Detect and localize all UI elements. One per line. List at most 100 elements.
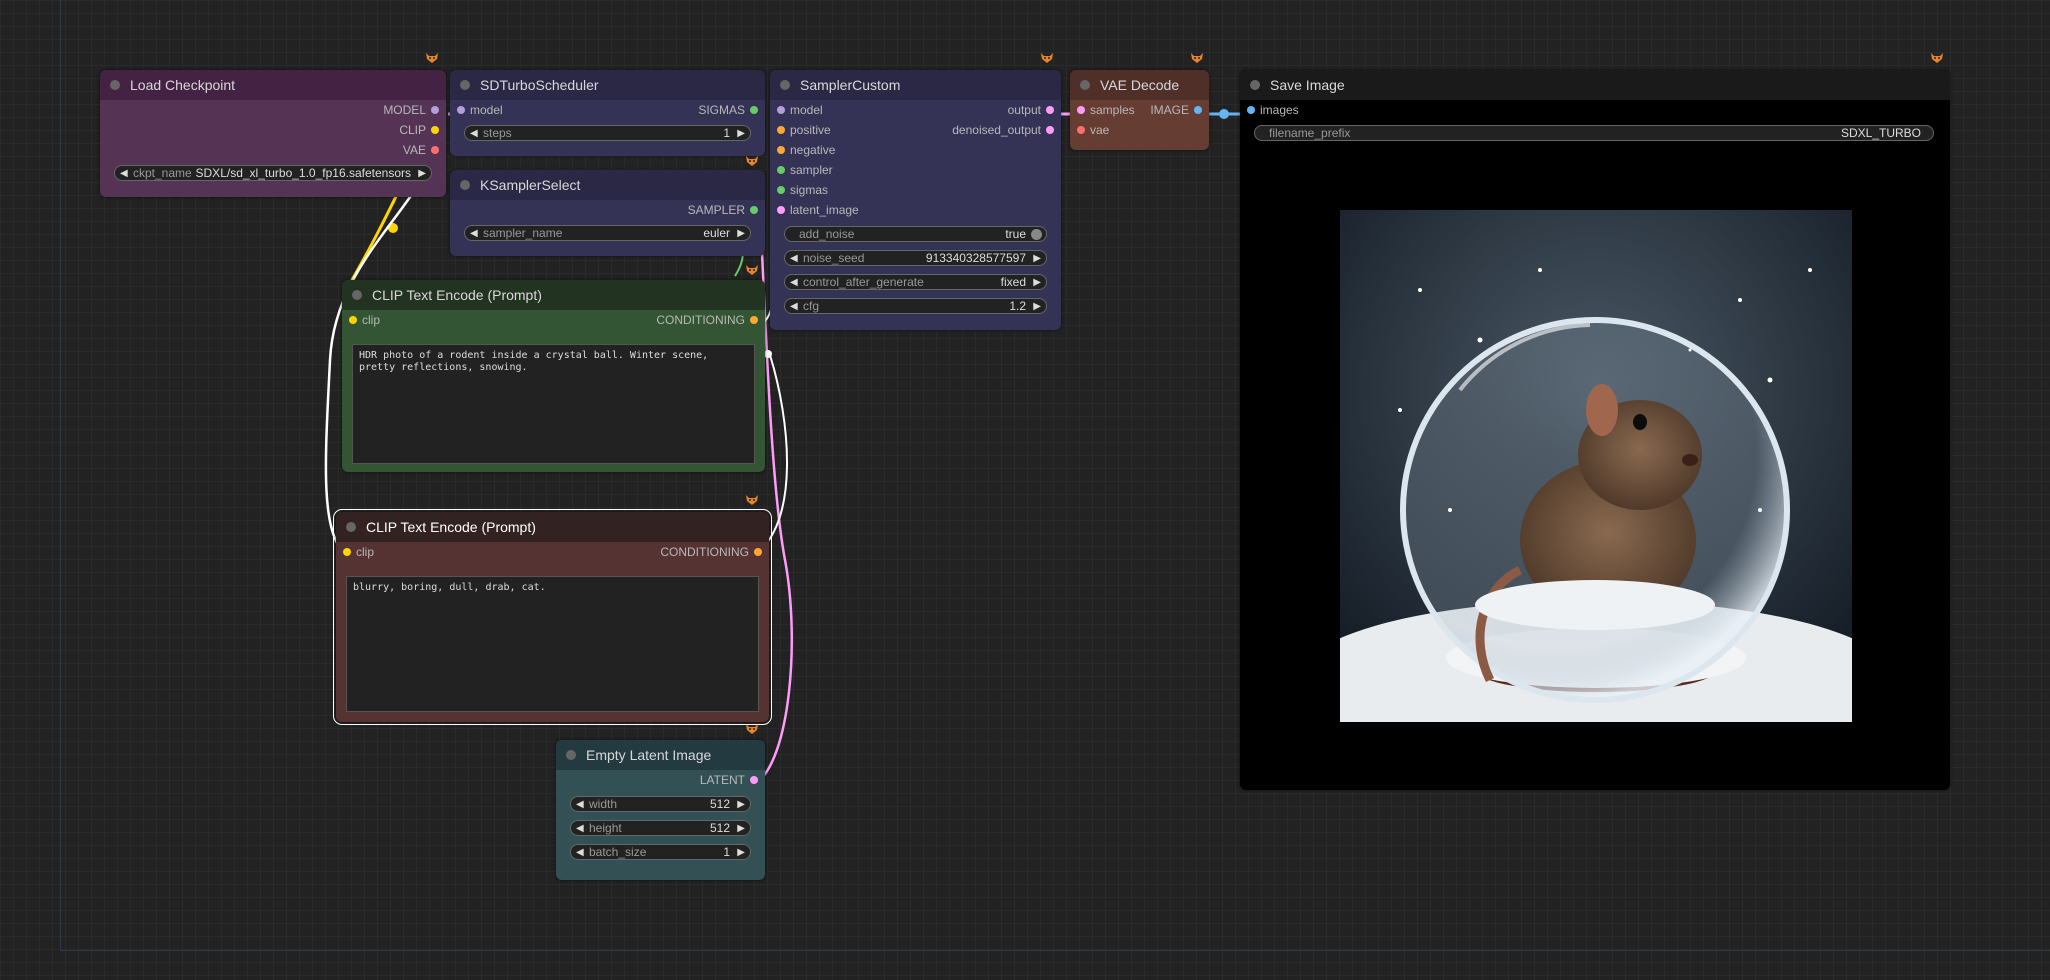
arrow-left-icon[interactable]: ◀ — [470, 126, 478, 141]
io-model-output: model output — [770, 100, 1061, 120]
output-vae: VAE — [100, 140, 446, 160]
add-noise-toggle[interactable]: add_noise true — [784, 226, 1047, 242]
output-pin-conditioning[interactable] — [754, 548, 762, 556]
sd-turbo-scheduler-node[interactable]: SDTurboScheduler model SIGMAS ◀ steps 1 … — [450, 70, 765, 156]
arrow-left-icon[interactable]: ◀ — [470, 226, 478, 241]
load-checkpoint-node[interactable]: Load Checkpoint MODEL CLIP VAE ◀ ckpt_na… — [100, 70, 446, 197]
arrow-left-icon[interactable]: ◀ — [576, 845, 584, 860]
output-pin-model[interactable] — [431, 106, 439, 114]
output-pin-image[interactable] — [1194, 106, 1202, 114]
io-clip-conditioning: clip CONDITIONING — [336, 542, 769, 562]
node-title-clip-positive[interactable]: CLIP Text Encode (Prompt) — [342, 280, 765, 310]
node-title-save-image[interactable]: Save Image — [1240, 70, 1950, 100]
input-pin-sigmas[interactable] — [777, 186, 785, 194]
noise-seed-widget[interactable]: ◀ noise_seed 913340328577597 ▶ — [784, 250, 1047, 266]
arrow-left-icon[interactable]: ◀ — [790, 299, 798, 314]
control-after-generate-combo[interactable]: ◀ control_after_generate fixed ▶ — [784, 274, 1047, 290]
arrow-right-icon[interactable]: ▶ — [418, 166, 426, 181]
ckpt-name-combo[interactable]: ◀ ckpt_name SDXL/sd_xl_turbo_1.0_fp16.sa… — [114, 165, 432, 181]
output-pin-latent[interactable] — [750, 776, 758, 784]
arrow-right-icon[interactable]: ▶ — [1033, 251, 1041, 266]
canvas-axis-horizontal — [60, 950, 2050, 951]
arrow-right-icon[interactable]: ▶ — [737, 126, 745, 141]
cfg-number-widget[interactable]: ◀ cfg 1.2 ▶ — [784, 298, 1047, 314]
arrow-right-icon[interactable]: ▶ — [737, 797, 745, 812]
ksampler-select-node[interactable]: KSamplerSelect SAMPLER ◀ sampler_name eu… — [450, 170, 765, 256]
collapse-dot-icon[interactable] — [1080, 80, 1090, 90]
input-pin-images[interactable] — [1247, 106, 1255, 114]
fox-badge-icon — [425, 52, 439, 64]
sampler-custom-node[interactable]: SamplerCustom model output positive deno… — [770, 70, 1061, 330]
steps-number-widget[interactable]: ◀ steps 1 ▶ — [464, 125, 751, 141]
node-title-sampler-custom[interactable]: SamplerCustom — [770, 70, 1061, 100]
fox-badge-icon — [1930, 52, 1944, 64]
arrow-left-icon[interactable]: ◀ — [790, 251, 798, 266]
toggle-knob-icon[interactable] — [1031, 229, 1042, 240]
output-pin-output[interactable] — [1046, 106, 1054, 114]
input-pin-clip[interactable] — [343, 548, 351, 556]
output-pin-sigmas[interactable] — [750, 106, 758, 114]
output-image-preview[interactable] — [1340, 210, 1852, 722]
collapse-dot-icon[interactable] — [460, 180, 470, 190]
collapse-dot-icon[interactable] — [110, 80, 120, 90]
snow-globe-rodent-image — [1340, 210, 1852, 722]
batch-size-number-widget[interactable]: ◀ batch_size 1 ▶ — [570, 844, 751, 860]
arrow-right-icon[interactable]: ▶ — [1033, 299, 1041, 314]
arrow-left-icon[interactable]: ◀ — [120, 166, 128, 181]
input-pin-latent-image[interactable] — [777, 206, 785, 214]
collapse-dot-icon[interactable] — [346, 522, 356, 532]
fox-badge-icon — [745, 494, 759, 506]
arrow-right-icon[interactable]: ▶ — [737, 226, 745, 241]
arrow-right-icon[interactable]: ▶ — [1033, 275, 1041, 290]
io-sigmas: sigmas — [770, 180, 1061, 200]
input-pin-clip[interactable] — [349, 316, 357, 324]
output-clip: CLIP — [100, 120, 446, 140]
input-pin-samples[interactable] — [1077, 106, 1085, 114]
output-pin-sampler[interactable] — [750, 206, 758, 214]
arrow-right-icon[interactable]: ▶ — [737, 821, 745, 836]
collapse-dot-icon[interactable] — [566, 750, 576, 760]
node-title-clip-negative[interactable]: CLIP Text Encode (Prompt) — [336, 512, 769, 542]
collapse-dot-icon[interactable] — [780, 80, 790, 90]
fox-badge-icon — [745, 155, 759, 167]
clip-text-encode-negative-node[interactable]: CLIP Text Encode (Prompt) clip CONDITION… — [333, 509, 772, 725]
input-pin-positive[interactable] — [777, 126, 785, 134]
input-pin-vae[interactable] — [1077, 126, 1085, 134]
arrow-left-icon[interactable]: ◀ — [576, 821, 584, 836]
input-pin-negative[interactable] — [777, 146, 785, 154]
canvas-axis-vertical — [60, 0, 61, 950]
output-pin-clip[interactable] — [431, 126, 439, 134]
node-title-vae-decode[interactable]: VAE Decode — [1070, 70, 1209, 100]
node-title-sd-turbo-scheduler[interactable]: SDTurboScheduler — [450, 70, 765, 100]
negative-prompt-textarea[interactable]: blurry, boring, dull, drab, cat. — [346, 576, 759, 712]
node-title-empty-latent[interactable]: Empty Latent Image — [556, 740, 765, 770]
input-pin-sampler[interactable] — [777, 166, 785, 174]
output-pin-vae[interactable] — [431, 146, 439, 154]
arrow-right-icon[interactable]: ▶ — [737, 845, 745, 860]
io-negative: negative — [770, 140, 1061, 160]
height-number-widget[interactable]: ◀ height 512 ▶ — [570, 820, 751, 836]
collapse-dot-icon[interactable] — [1250, 80, 1260, 90]
node-title-load-checkpoint[interactable]: Load Checkpoint — [100, 70, 446, 100]
io-latent-image: latent_image — [770, 200, 1061, 220]
collapse-dot-icon[interactable] — [352, 290, 362, 300]
input-pin-model[interactable] — [457, 106, 465, 114]
output-pin-conditioning[interactable] — [750, 316, 758, 324]
arrow-left-icon[interactable]: ◀ — [790, 275, 798, 290]
collapse-dot-icon[interactable] — [460, 80, 470, 90]
io-samples-image: samples IMAGE — [1070, 100, 1209, 120]
output-pin-denoised-output[interactable] — [1046, 126, 1054, 134]
input-pin-model[interactable] — [777, 106, 785, 114]
save-image-node[interactable]: Save Image images filename_prefix SDXL_T… — [1240, 70, 1950, 790]
sampler-name-combo[interactable]: ◀ sampler_name euler ▶ — [464, 225, 751, 241]
node-title-ksampler-select[interactable]: KSamplerSelect — [450, 170, 765, 200]
positive-prompt-textarea[interactable]: HDR photo of a rodent inside a crystal b… — [352, 344, 755, 464]
io-positive-denoised: positive denoised_output — [770, 120, 1061, 140]
arrow-left-icon[interactable]: ◀ — [576, 797, 584, 812]
clip-text-encode-positive-node[interactable]: CLIP Text Encode (Prompt) clip CONDITION… — [342, 280, 765, 472]
filename-prefix-field[interactable]: filename_prefix SDXL_TURBO — [1254, 125, 1934, 141]
fox-badge-icon — [1190, 52, 1204, 64]
width-number-widget[interactable]: ◀ width 512 ▶ — [570, 796, 751, 812]
vae-decode-node[interactable]: VAE Decode samples IMAGE vae — [1070, 70, 1209, 150]
empty-latent-image-node[interactable]: Empty Latent Image LATENT ◀ width 512 ▶ … — [556, 740, 765, 880]
